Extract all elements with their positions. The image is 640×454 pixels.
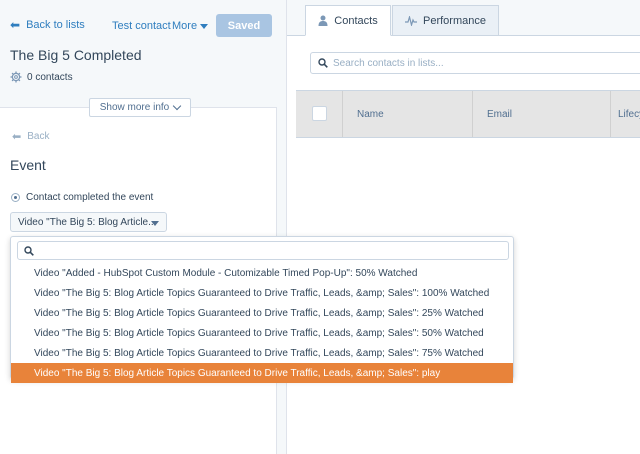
column-header-email[interactable]: Email [487, 109, 512, 120]
caret-down-icon [200, 24, 209, 29]
tab-contacts[interactable]: Contacts [305, 5, 391, 36]
dropdown-options: Video "Added - HubSpot Custom Module - C… [11, 263, 513, 383]
completed-event-radio-option[interactable]: Contact completed the event [11, 192, 153, 203]
tab-contacts-label: Contacts [334, 14, 378, 27]
back-arrow-icon: ⬅︎ [10, 18, 21, 32]
dropdown-search-input[interactable] [17, 241, 509, 260]
back-arrow-icon: ⬅︎ [12, 131, 22, 143]
search-contacts-input[interactable]: Search contacts in lists... [310, 52, 640, 74]
back-link[interactable]: ⬅︎ Back [12, 130, 49, 143]
more-dropdown[interactable]: More [172, 20, 209, 32]
event-heading: Event [10, 157, 46, 173]
tab-performance[interactable]: Performance [392, 5, 499, 36]
dropdown-option-selected[interactable]: Video "The Big 5: Blog Article Topics Gu… [11, 363, 513, 383]
radio-button[interactable] [11, 193, 20, 202]
list-title: The Big 5 Completed [10, 47, 142, 63]
more-label: More [172, 20, 198, 32]
column-divider [342, 91, 343, 137]
dropdown-option[interactable]: Video "The Big 5: Blog Article Topics Gu… [11, 343, 513, 363]
chevron-down-icon [172, 101, 182, 111]
pulse-icon [405, 15, 417, 26]
contacts-count: 0 contacts [10, 71, 73, 83]
saved-button[interactable]: Saved [216, 14, 272, 37]
contacts-count-label: 0 contacts [27, 71, 73, 83]
column-divider [472, 91, 473, 137]
show-more-label: Show more info [99, 102, 170, 113]
video-event-dropdown: Video "Added - HubSpot Custom Module - C… [10, 236, 514, 383]
show-more-info-button[interactable]: Show more info [89, 98, 191, 117]
radio-label: Contact completed the event [26, 192, 154, 203]
select-all-checkbox[interactable] [312, 106, 327, 121]
back-to-lists-link[interactable]: ⬅︎ Back to lists [10, 19, 85, 31]
search-icon [318, 58, 328, 68]
dropdown-option[interactable]: Video "The Big 5: Blog Article Topics Gu… [11, 323, 513, 343]
back-label: Back [27, 131, 50, 142]
test-contact-link[interactable]: Test contact [112, 20, 171, 32]
gear-icon [10, 71, 22, 83]
column-divider [610, 91, 611, 137]
table-header: Name Email Lifecycle [296, 90, 640, 138]
column-header-lifecycle[interactable]: Lifecycle [618, 109, 640, 120]
dropdown-option[interactable]: Video "The Big 5: Blog Article Topics Gu… [11, 303, 513, 323]
search-icon [24, 245, 34, 256]
dropdown-option[interactable]: Video "Added - HubSpot Custom Module - C… [11, 263, 513, 283]
selected-video-label: Video "The Big 5: Blog Article... [18, 216, 157, 228]
column-header-name[interactable]: Name [357, 109, 384, 120]
dropdown-option[interactable]: Video "The Big 5: Blog Article Topics Gu… [11, 283, 513, 303]
person-icon [318, 15, 328, 26]
caret-down-icon [151, 221, 159, 226]
back-to-lists-label: Back to lists [26, 19, 85, 31]
tab-performance-label: Performance [423, 14, 486, 27]
panel-divider [277, 0, 287, 454]
video-event-select[interactable]: Video "The Big 5: Blog Article... [10, 212, 167, 232]
search-placeholder: Search contacts in lists... [333, 57, 444, 69]
